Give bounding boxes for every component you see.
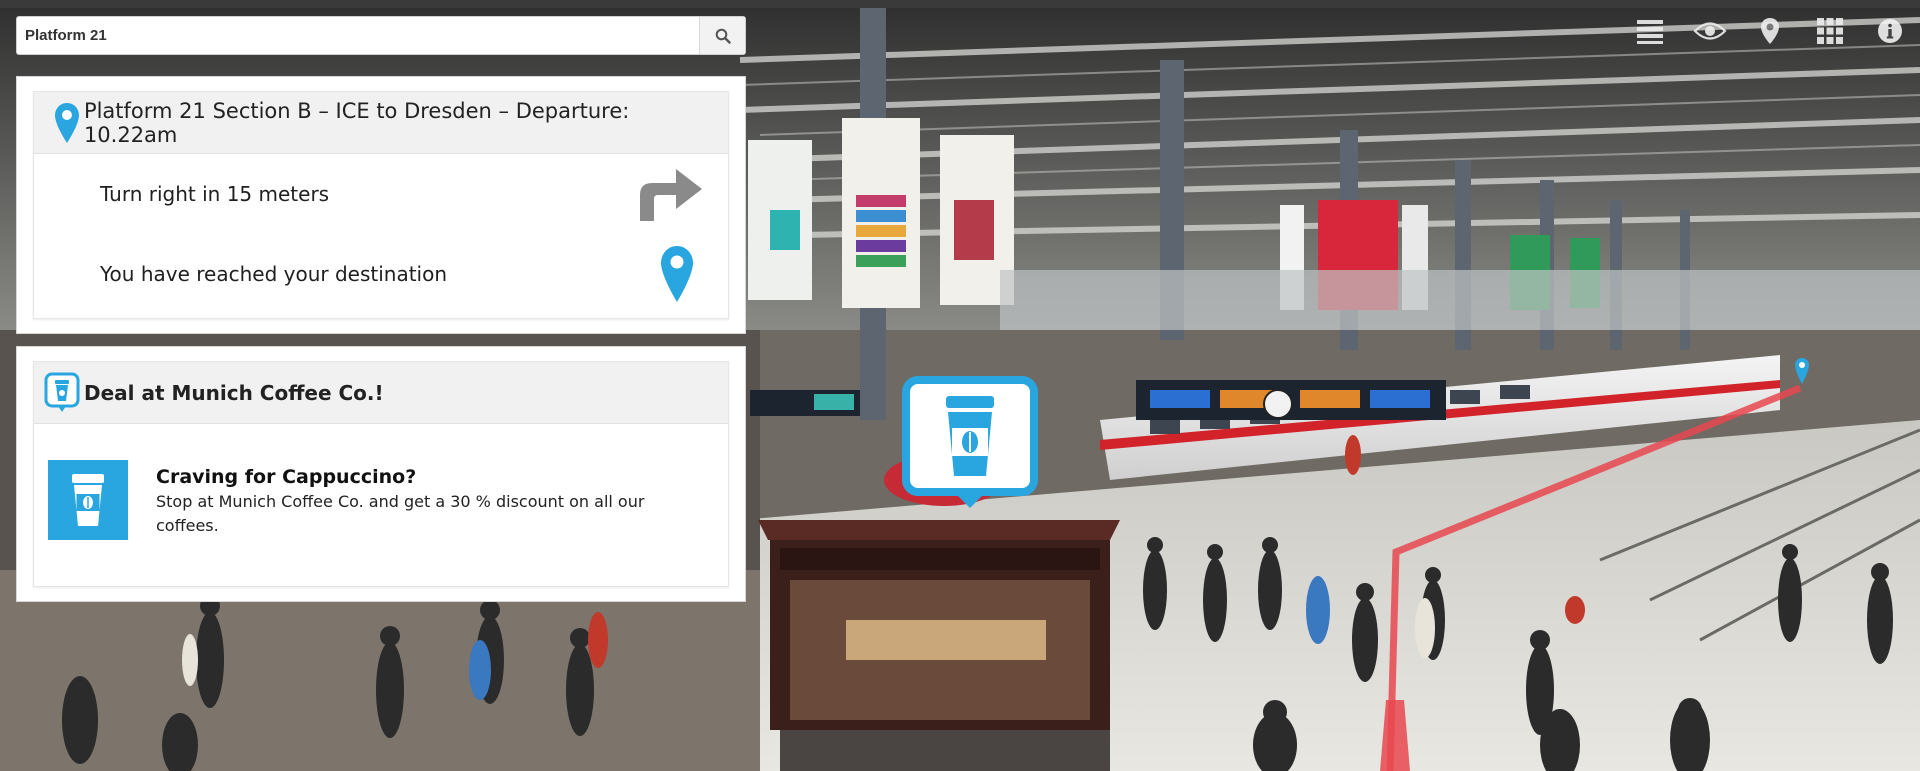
deal-title: Deal at Munich Coffee Co.!: [84, 380, 384, 405]
location-pin-icon: [54, 102, 79, 143]
turn-right-arrow-icon: [640, 169, 702, 221]
coffee-marker-icon: [902, 376, 1038, 508]
info-icon: [1878, 19, 1902, 43]
location-button[interactable]: [1740, 10, 1800, 52]
search-icon: [715, 28, 731, 44]
destination-marker[interactable]: [1794, 357, 1810, 390]
list-icon: [1637, 20, 1663, 44]
navigation-header: Platform 21 Section B – ICE to Dresden –…: [34, 92, 728, 154]
navigation-step[interactable]: You have reached your destination: [34, 234, 728, 314]
coffee-badge-icon: [44, 372, 80, 412]
coffee-cup-icon: [72, 474, 104, 526]
deal-description: Stop at Munich Coffee Co. and get a 30 %…: [156, 492, 645, 535]
eye-icon: [1693, 22, 1727, 40]
search-button[interactable]: [699, 17, 745, 54]
coffee-shop-logo[interactable]: [48, 460, 128, 540]
deal-card: Deal at Munich Coffee Co.! Craving for C…: [33, 361, 729, 587]
map-pin-icon: [1761, 18, 1779, 44]
top-toolbar: [1620, 10, 1920, 52]
top-strip: [0, 0, 1920, 8]
step-instruction: Turn right in 15 meters: [100, 182, 330, 206]
deal-text: Craving for Cappuccino? Stop at Munich C…: [156, 460, 696, 538]
navigation-step[interactable]: Turn right in 15 meters: [34, 154, 728, 234]
deal-panel: Deal at Munich Coffee Co.! Craving for C…: [16, 346, 746, 602]
step-instruction: You have reached your destination: [100, 262, 448, 286]
navigation-panel: Platform 21 Section B – ICE to Dresden –…: [16, 76, 746, 334]
list-view-button[interactable]: [1620, 10, 1680, 52]
deal-content[interactable]: Craving for Cappuccino? Stop at Munich C…: [34, 424, 728, 540]
coffee-poi-marker[interactable]: [902, 376, 1038, 510]
apps-grid-button[interactable]: [1800, 10, 1860, 52]
destination-marker-icon: [1795, 358, 1809, 384]
search-input[interactable]: [17, 17, 699, 54]
info-button[interactable]: [1860, 10, 1920, 52]
destination-pin-icon: [661, 246, 693, 302]
view-toggle-button[interactable]: [1680, 10, 1740, 52]
deal-header: Deal at Munich Coffee Co.!: [34, 362, 728, 424]
grid-icon: [1817, 18, 1843, 44]
deal-headline: Craving for Cappuccino?: [156, 466, 417, 488]
navigation-card: Platform 21 Section B – ICE to Dresden –…: [33, 91, 729, 319]
navigation-title: Platform 21 Section B – ICE to Dresden –…: [83, 98, 630, 147]
search-bar: [16, 16, 746, 55]
